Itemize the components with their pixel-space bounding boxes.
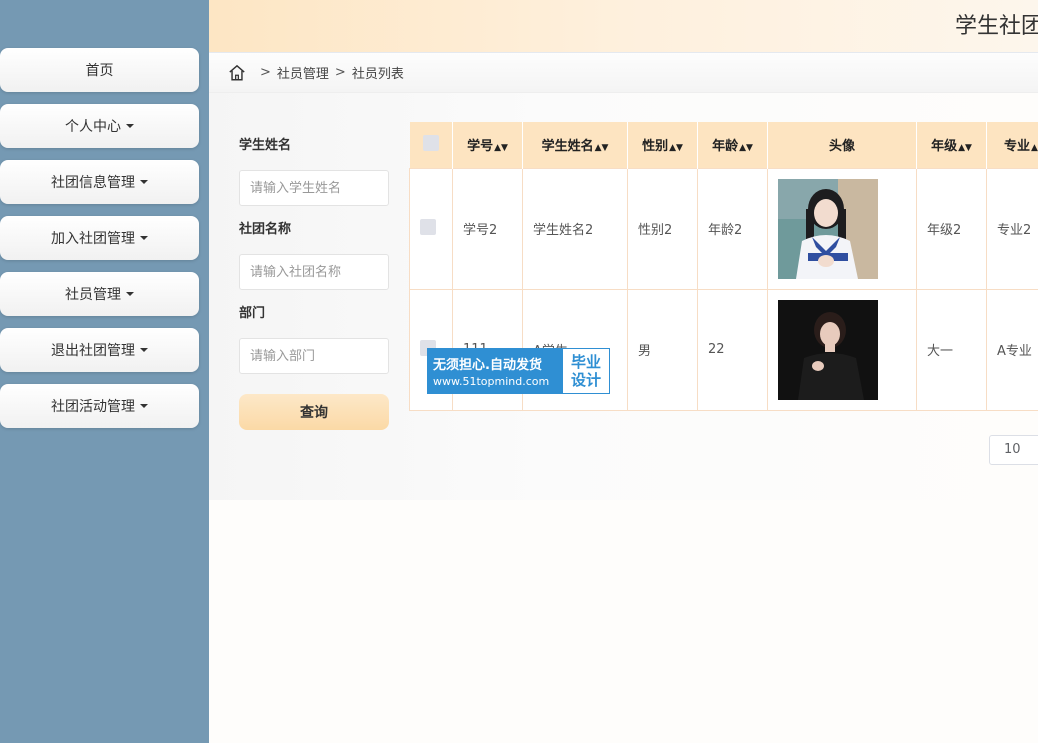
sidebar-item-label: 社员管理: [65, 287, 121, 303]
row-checkbox[interactable]: [420, 218, 436, 235]
sidebar: 首页 个人中心 社团信息管理 加入社团管理 社员管理 退出社团管理 社团活动管理: [0, 0, 209, 743]
student-name-label: 学生姓名: [239, 138, 292, 153]
sort-icon[interactable]: ▲▼: [739, 143, 753, 153]
column-label: 性别: [642, 139, 669, 155]
sidebar-item-personal-center[interactable]: 个人中心: [0, 104, 199, 148]
table-row[interactable]: 学号2 学生姓名2 性别2 年龄2 年级2 专业2: [409, 167, 1038, 290]
column-major[interactable]: 专业▲▼: [986, 122, 1038, 168]
caret-down-icon: [140, 180, 148, 184]
sort-icon[interactable]: ▲▼: [1031, 143, 1038, 153]
sort-icon[interactable]: ▲▼: [958, 143, 972, 153]
avatar-image[interactable]: [778, 178, 878, 279]
sidebar-item-label: 首页: [85, 63, 114, 79]
page-size-select[interactable]: 10: [989, 435, 1038, 465]
cell-avatar: [767, 288, 917, 411]
sidebar-item-club-activity[interactable]: 社团活动管理: [0, 384, 199, 428]
sidebar-item-label: 退出社团管理: [51, 343, 135, 359]
query-button[interactable]: 查询: [239, 394, 389, 430]
column-grade[interactable]: 年级▲▼: [916, 122, 987, 168]
cell-grade: 大一: [916, 288, 987, 411]
breadcrumb-member-management[interactable]: 社员管理: [277, 63, 329, 82]
caret-down-icon: [140, 404, 148, 408]
caret-down-icon: [126, 292, 134, 296]
caret-down-icon: [140, 236, 148, 240]
sidebar-item-join-club[interactable]: 加入社团管理: [0, 216, 199, 260]
sidebar-item-leave-club[interactable]: 退出社团管理: [0, 328, 199, 372]
column-student-name[interactable]: 学生姓名▲▼: [522, 122, 628, 168]
sidebar-item-label: 加入社团管理: [51, 231, 135, 247]
column-label: 学生姓名: [541, 139, 594, 155]
club-name-input[interactable]: [239, 254, 389, 290]
cell-major: A专业: [986, 288, 1038, 411]
column-label: 年级: [931, 139, 958, 155]
breadcrumb-member-list: 社员列表: [351, 67, 404, 82]
select-all-checkbox[interactable]: [422, 134, 439, 151]
cell-age: 22: [697, 288, 768, 411]
sidebar-item-label: 个人中心: [65, 119, 121, 135]
department-input[interactable]: [239, 338, 389, 374]
sidebar-item-label: 社团活动管理: [51, 399, 135, 415]
cell-age: 年龄2: [697, 167, 768, 290]
cell-student-name: 学生姓名2: [522, 167, 628, 290]
row-select-cell: [409, 167, 453, 290]
breadcrumb: > 社员管理 > 社员列表: [209, 52, 1038, 93]
cell-avatar: [767, 167, 917, 290]
sort-icon[interactable]: ▲▼: [595, 143, 609, 153]
watermark-slogan: 无须担心.自动发货: [433, 358, 542, 373]
cell-major: 专业2: [986, 167, 1038, 290]
column-gender[interactable]: 性别▲▼: [627, 122, 698, 168]
department-label: 部门: [239, 306, 266, 321]
home-icon[interactable]: [228, 64, 246, 82]
cell-grade: 年级2: [916, 167, 987, 290]
cell-gender: 男: [627, 288, 698, 411]
column-label: 年龄: [712, 139, 739, 155]
watermark-label-bottom: 设计: [570, 371, 601, 389]
watermark-label-top: 毕业: [570, 353, 601, 371]
watermark-badge: 无须担心.自动发货 www.51topmind.com 毕业 设计: [427, 348, 610, 394]
sidebar-item-home[interactable]: 首页: [0, 48, 199, 92]
page-title: 学生社团: [955, 14, 1038, 39]
avatar-image[interactable]: [778, 299, 878, 400]
sort-icon[interactable]: ▲▼: [494, 143, 508, 153]
top-header: 学生社团: [209, 0, 1038, 52]
cell-student-no: 学号2: [452, 167, 523, 290]
column-student-no[interactable]: 学号▲▼: [452, 122, 523, 168]
select-all-cell: [409, 122, 453, 168]
column-label: 学号: [467, 139, 494, 155]
breadcrumb-separator: >: [260, 65, 271, 80]
column-age[interactable]: 年龄▲▼: [697, 122, 768, 168]
student-name-input[interactable]: [239, 170, 389, 206]
table-header-row: 学号▲▼ 学生姓名▲▼ 性别▲▼ 年龄▲▼ 头像 年级▲▼ 专业▲▼: [409, 122, 1038, 168]
breadcrumb-separator: >: [334, 65, 346, 80]
caret-down-icon: [126, 124, 134, 128]
caret-down-icon: [140, 348, 148, 352]
club-name-label: 社团名称: [239, 222, 292, 237]
column-avatar: 头像: [767, 122, 917, 168]
sidebar-item-label: 社团信息管理: [51, 175, 135, 191]
watermark-url: www.51topmind.com: [433, 375, 550, 388]
sidebar-item-club-info[interactable]: 社团信息管理: [0, 160, 199, 204]
column-label: 头像: [828, 139, 855, 155]
sort-icon[interactable]: ▲▼: [669, 143, 683, 153]
column-label: 专业: [1004, 139, 1031, 155]
cell-gender: 性别2: [627, 167, 698, 290]
sidebar-item-member-management[interactable]: 社员管理: [0, 272, 199, 316]
